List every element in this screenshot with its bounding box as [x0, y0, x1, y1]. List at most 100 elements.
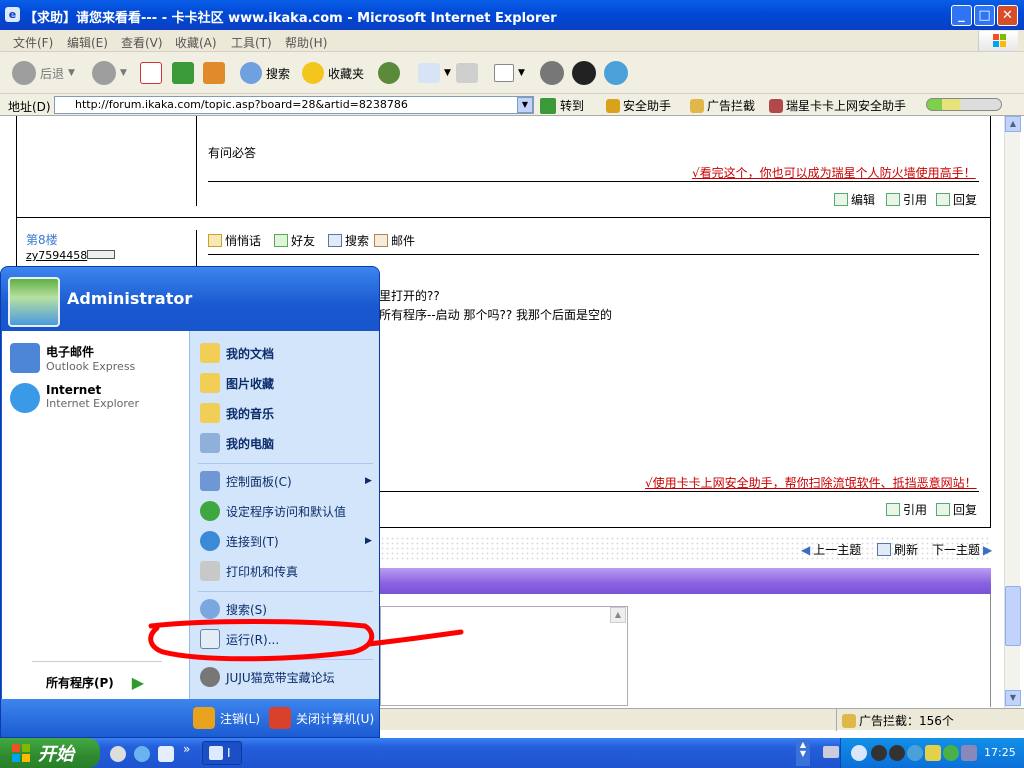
reply-button[interactable]: 回复 — [936, 191, 977, 208]
printers-and-faxes[interactable]: 打印机和传真 — [200, 561, 298, 581]
reply-textarea[interactable] — [380, 606, 628, 706]
msn-button[interactable] — [604, 59, 628, 87]
back-dropdown-icon[interactable]: ▼ — [68, 68, 75, 78]
control-panel[interactable]: 控制面板(C) — [200, 471, 292, 491]
post-author[interactable]: zy7594458 — [26, 249, 87, 262]
shutdown-button[interactable]: 关闭计算机(U) — [269, 707, 374, 729]
program-access-defaults[interactable]: 设定程序访问和默认值 — [200, 501, 346, 521]
keyboard-icon[interactable] — [823, 746, 839, 758]
ie-app-icon[interactable]: e — [5, 7, 20, 22]
menu-file[interactable]: 文件(F) — [13, 34, 53, 51]
qq-button[interactable] — [572, 59, 596, 87]
minimize-button[interactable]: _ — [951, 5, 972, 26]
speaker-icon[interactable] — [961, 745, 977, 761]
program-access-icon — [200, 501, 220, 521]
pinned-internet[interactable]: Internet Internet Explorer — [10, 383, 139, 413]
tray-expand-icon[interactable] — [851, 745, 867, 761]
address-input[interactable]: http://forum.ikaka.com/topic.asp?board=2… — [54, 96, 534, 114]
prev-topic-link[interactable]: ◀ 上一主题 — [801, 541, 861, 558]
clock[interactable]: 17:25 — [984, 746, 1016, 759]
address-label: 地址(D) — [8, 100, 51, 114]
reply-button[interactable]: 回复 — [936, 501, 977, 518]
mail-dropdown-icon[interactable]: ▼ — [444, 68, 451, 78]
qq-penguin-icon[interactable] — [889, 745, 905, 761]
edit-button[interactable]: ▼ — [494, 59, 525, 87]
next-topic-link[interactable]: 下一主题 ▶ — [932, 541, 992, 558]
mail-user-button[interactable]: 邮件 — [374, 232, 415, 249]
messenger-icon[interactable] — [907, 745, 923, 761]
mail-button[interactable]: ▼ — [418, 59, 451, 87]
quick-reply-header — [380, 568, 991, 594]
quote-button[interactable]: 引用 — [886, 191, 927, 208]
quicklaunch-desktop-icon[interactable] — [158, 746, 174, 762]
refresh-link[interactable]: 刷新 — [877, 541, 918, 558]
menu-edit[interactable]: 编辑(E) — [67, 34, 108, 51]
quicklaunch-more-icon[interactable]: » — [183, 742, 190, 756]
quote-button[interactable]: 引用 — [886, 501, 927, 518]
link-rising-assistant[interactable]: 瑞星卡卡上网安全助手 — [769, 97, 906, 114]
back-button[interactable]: 后退 ▼ — [12, 59, 75, 87]
search-button[interactable]: 搜索 — [240, 59, 290, 87]
taskbar-ie-window[interactable]: I — [202, 741, 242, 765]
search-menu-label: 搜索(S) — [226, 602, 267, 617]
forward-dropdown-icon[interactable]: ▼ — [120, 68, 127, 78]
favorites-button[interactable]: 收藏夹 — [302, 59, 364, 87]
history-button[interactable] — [378, 59, 400, 87]
taskbar-scroll-icon[interactable]: ▲ ▼ — [796, 740, 810, 766]
network-icon[interactable] — [925, 745, 941, 761]
run-menu-item[interactable]: 运行(R)... — [200, 629, 279, 649]
all-programs-button[interactable]: 所有程序(P) ▶ — [46, 673, 144, 692]
pinned-email[interactable]: 电子邮件 Outlook Express — [10, 343, 135, 373]
signature-link[interactable]: √看完这个，你也可以成为瑞星个人防火墙使用高手！ — [692, 164, 976, 181]
messenger-cat-button[interactable] — [540, 59, 564, 87]
user-avatar[interactable] — [8, 277, 60, 327]
edit-post-button[interactable]: 编辑 — [834, 191, 875, 208]
quicklaunch-media-icon[interactable] — [110, 746, 126, 762]
edit-dropdown-icon[interactable]: ▼ — [518, 68, 525, 78]
maximize-button[interactable]: □ — [974, 5, 995, 26]
whisper-button[interactable]: 悄悄话 — [208, 232, 261, 249]
stop-button[interactable] — [140, 59, 162, 87]
menu-favorites[interactable]: 收藏(A) — [175, 34, 217, 51]
refresh-button[interactable] — [172, 59, 194, 87]
textarea-scroll-up-icon[interactable]: ▲ — [610, 607, 626, 623]
link-label: 广告拦截 — [707, 99, 756, 113]
link-ad-block[interactable]: 广告拦截 — [690, 97, 755, 114]
my-pictures[interactable]: 图片收藏 — [200, 373, 274, 393]
my-music[interactable]: 我的音乐 — [200, 403, 274, 423]
antivirus-icon[interactable] — [943, 745, 959, 761]
my-computer[interactable]: 我的电脑 — [200, 433, 274, 453]
menu-tools[interactable]: 工具(T) — [231, 34, 272, 51]
home-button[interactable] — [203, 59, 225, 87]
go-button[interactable]: 转到 — [540, 97, 584, 114]
page-scrollbar[interactable]: ▲ ▼ — [1004, 116, 1021, 708]
address-dropdown-icon[interactable]: ▼ — [517, 97, 533, 113]
close-button[interactable]: ✕ — [997, 5, 1018, 26]
start-label: 开始 — [38, 744, 74, 765]
menu-help[interactable]: 帮助(H) — [285, 34, 327, 51]
my-documents[interactable]: 我的文档 — [200, 343, 274, 363]
friend-button[interactable]: 好友 — [274, 232, 315, 249]
forward-button[interactable]: ▼ — [92, 59, 127, 87]
scroll-thumb[interactable] — [1005, 586, 1021, 646]
logoff-button[interactable]: 注销(L) — [193, 707, 260, 729]
start-button[interactable]: 开始 — [0, 738, 100, 768]
reply-icon — [936, 503, 950, 516]
penguin-icon — [572, 61, 596, 85]
link-security-assistant[interactable]: 安全助手 — [606, 97, 671, 114]
pictures-folder-icon — [200, 373, 220, 393]
connect-to[interactable]: 连接到(T) — [200, 531, 279, 551]
menu-view[interactable]: 查看(V) — [121, 34, 163, 51]
scroll-down-icon[interactable]: ▼ — [1005, 690, 1021, 706]
juju-forum-item[interactable]: JUJU猫宽带宝藏论坛 — [200, 667, 335, 687]
search-menu-item[interactable]: 搜索(S) — [200, 599, 267, 619]
pinned-internet-title: Internet — [46, 383, 102, 397]
title-bar[interactable]: e 【求助】请您来看看--- - 卡卡社区 www.ikaka.com - Mi… — [0, 0, 1024, 30]
signature-link[interactable]: √使用卡卡上网安全助手，帮你扫除流氓软件、抵挡恶意网站！ — [645, 474, 977, 491]
print-button[interactable] — [456, 59, 478, 87]
quicklaunch-ie-icon[interactable] — [134, 746, 150, 762]
user-search-button[interactable]: 搜索 — [328, 232, 369, 249]
qq-penguin-icon[interactable] — [871, 745, 887, 761]
scroll-up-icon[interactable]: ▲ — [1005, 116, 1021, 132]
ad-block-counter[interactable]: 广告拦截：156个 — [842, 712, 954, 729]
